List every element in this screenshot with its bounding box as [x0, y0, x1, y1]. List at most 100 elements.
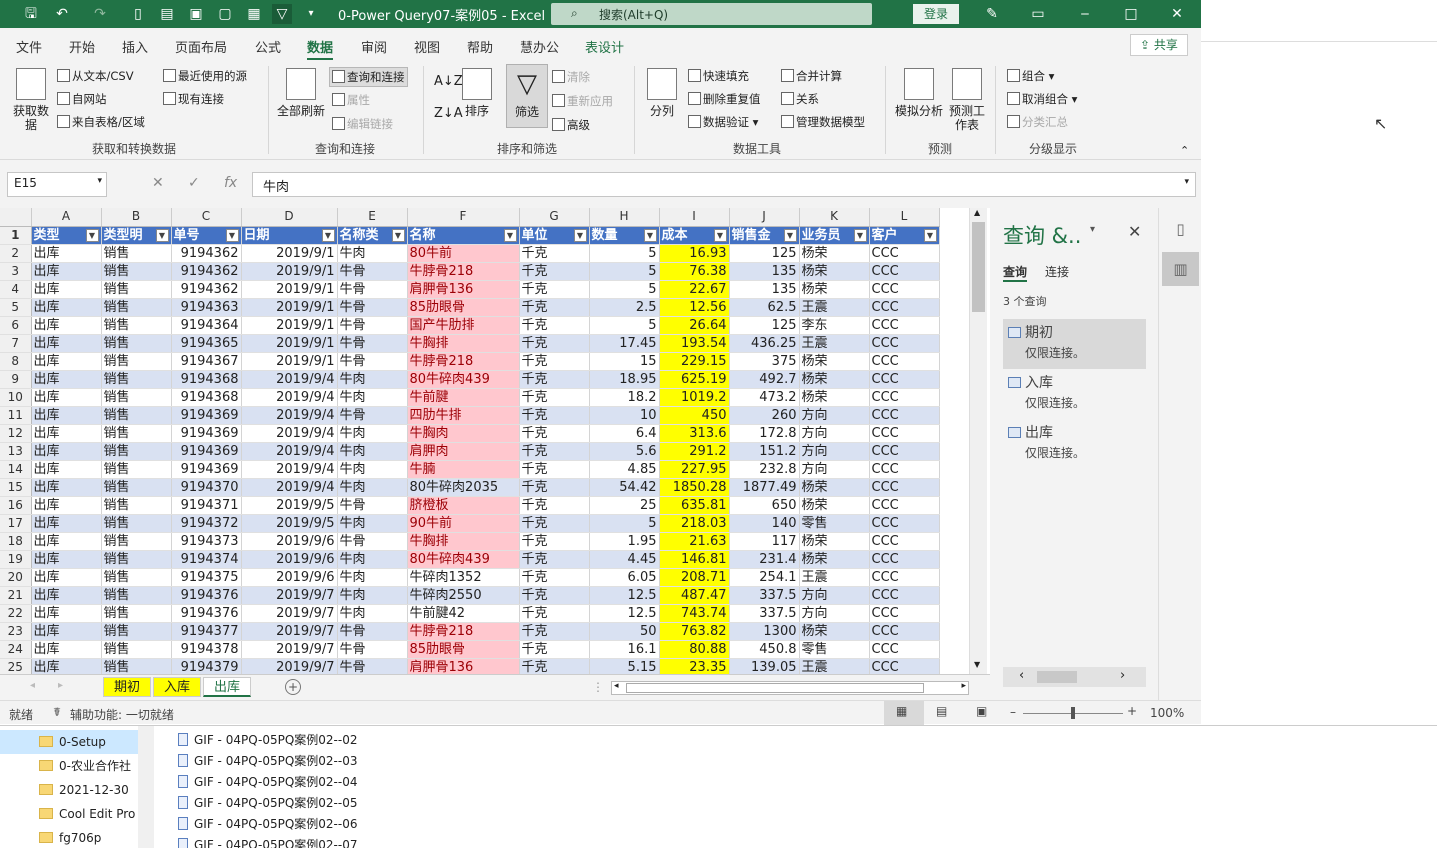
column-header-G[interactable]: G — [519, 208, 590, 227]
table-cell[interactable]: 90牛前 — [407, 514, 520, 533]
group-button[interactable]: 组合 ▾ — [1007, 68, 1054, 84]
table-cell[interactable]: 千克 — [519, 316, 590, 335]
table-cell[interactable]: 牛肉 — [337, 550, 408, 569]
table-cell[interactable]: 9194379 — [171, 658, 242, 674]
split-handle-icon[interactable]: ⋮ — [592, 680, 604, 694]
table-header-cell[interactable]: 销售金 ▼ — [729, 226, 800, 245]
table-cell[interactable]: 出库 — [31, 316, 102, 335]
ribbon-display-icon[interactable]: ▭ — [1028, 4, 1048, 24]
from-table-button[interactable]: 来自表格/区域 — [57, 114, 145, 130]
get-data-button[interactable]: 获取数据 — [10, 68, 52, 132]
page-break-icon[interactable]: ▣ — [976, 704, 987, 718]
relationships-button[interactable]: 关系 — [781, 91, 819, 107]
table-cell[interactable]: 743.74 — [659, 604, 730, 623]
vertical-scrollbar[interactable]: ▲ ▼ — [969, 208, 987, 674]
table-cell[interactable]: 140 — [729, 514, 800, 533]
table-header-cell[interactable]: 客户 ▼ — [869, 226, 940, 245]
table-cell[interactable]: 牛骨 — [337, 658, 408, 674]
refresh-all-button[interactable]: 全部刷新 — [275, 68, 327, 118]
table-cell[interactable]: CCC — [869, 442, 940, 461]
table-cell[interactable]: CCC — [869, 388, 940, 407]
file-item[interactable]: GIF - 04PQ-05PQ案例02--06 — [178, 815, 357, 832]
row-header[interactable]: 24 — [0, 640, 32, 659]
table-cell[interactable]: 牛碎肉2550 — [407, 586, 520, 605]
table-cell[interactable]: 2019/9/1 — [241, 334, 338, 353]
table-cell[interactable]: 2019/9/1 — [241, 244, 338, 263]
data-validation-button[interactable]: 数据验证 ▾ — [688, 114, 758, 130]
scroll-left-icon[interactable]: ‹ — [1019, 668, 1024, 683]
table-cell[interactable]: 218.03 — [659, 514, 730, 533]
table-cell[interactable]: 5.15 — [589, 658, 660, 674]
table-cell[interactable]: 15 — [589, 352, 660, 371]
table-cell[interactable]: 1.95 — [589, 532, 660, 551]
table-cell[interactable]: 牛肉 — [337, 568, 408, 587]
subtotal-button[interactable]: 分类汇总 — [1007, 114, 1068, 130]
table-cell[interactable]: 出库 — [31, 388, 102, 407]
table-cell[interactable]: 销售 — [101, 316, 172, 335]
table-cell[interactable]: 牛骨 — [337, 316, 408, 335]
remove-duplicates-button[interactable]: 删除重复值 — [688, 91, 761, 107]
search-input[interactable]: ⌕ 搜索(Alt+Q) — [551, 3, 872, 25]
table-cell[interactable]: 千克 — [519, 640, 590, 659]
table-cell[interactable]: 千克 — [519, 298, 590, 317]
table-cell[interactable]: 18.2 — [589, 388, 660, 407]
table-cell[interactable]: CCC — [869, 316, 940, 335]
table-cell[interactable]: 85肋眼骨 — [407, 298, 520, 317]
column-header-A[interactable]: A — [31, 208, 102, 227]
zoom-out-icon[interactable]: – — [1010, 705, 1016, 719]
table-cell[interactable]: 232.8 — [729, 460, 800, 479]
table-cell[interactable]: 出库 — [31, 298, 102, 317]
save-icon[interactable]: 🖫 — [21, 4, 41, 24]
edit-links-button[interactable]: 编辑链接 — [332, 116, 393, 132]
table-cell[interactable]: CCC — [869, 550, 940, 569]
table-cell[interactable]: 2019/9/1 — [241, 280, 338, 299]
table-cell[interactable]: 销售 — [101, 334, 172, 353]
table-cell[interactable]: 2019/9/4 — [241, 460, 338, 479]
filter-dropdown-icon[interactable]: ▼ — [155, 228, 169, 242]
table-cell[interactable]: 9194373 — [171, 532, 242, 551]
table-cell[interactable]: CCC — [869, 262, 940, 281]
file-item[interactable]: GIF - 04PQ-05PQ案例02--04 — [178, 773, 357, 790]
table-cell[interactable]: 146.81 — [659, 550, 730, 569]
row-header[interactable]: 19 — [0, 550, 32, 569]
table-cell[interactable]: 出库 — [31, 658, 102, 674]
table-cell[interactable]: 出库 — [31, 460, 102, 479]
page-layout-icon[interactable]: ▤ — [936, 704, 947, 718]
table-cell[interactable]: 436.25 — [729, 334, 800, 353]
filter-button[interactable]: ▽ 筛选 — [506, 64, 548, 128]
table-cell[interactable]: 千克 — [519, 262, 590, 281]
pane-scrollbar[interactable]: ‹ › — [1003, 667, 1146, 687]
table-cell[interactable]: 9194371 — [171, 496, 242, 515]
manage-data-model-button[interactable]: 管理数据模型 — [781, 114, 865, 130]
close-icon[interactable]: ✕ — [1167, 4, 1187, 24]
table-cell[interactable]: 出库 — [31, 496, 102, 515]
table-cell[interactable]: 牛骨 — [337, 640, 408, 659]
table-cell[interactable]: 125 — [729, 316, 800, 335]
tab-table-design[interactable]: 表设计 — [585, 37, 624, 56]
table-cell[interactable]: 王震 — [799, 298, 870, 317]
table-cell[interactable]: 22.67 — [659, 280, 730, 299]
table-cell[interactable]: 千克 — [519, 370, 590, 389]
table-cell[interactable]: 千克 — [519, 604, 590, 623]
table-cell[interactable]: CCC — [869, 478, 940, 497]
table-cell[interactable]: 牛骨 — [337, 622, 408, 641]
table-cell[interactable]: 9194362 — [171, 280, 242, 299]
table-header-cell[interactable]: 类型明 ▼ — [101, 226, 172, 245]
table-cell[interactable]: 229.15 — [659, 352, 730, 371]
table-cell[interactable]: 313.6 — [659, 424, 730, 443]
row-header[interactable]: 11 — [0, 406, 32, 425]
table-cell[interactable]: 牛胸排 — [407, 334, 520, 353]
table-cell[interactable]: 9194370 — [171, 478, 242, 497]
table-cell[interactable]: 销售 — [101, 370, 172, 389]
table-cell[interactable]: 出库 — [31, 514, 102, 533]
row-header[interactable]: 22 — [0, 604, 32, 623]
table-cell[interactable]: 方向 — [799, 586, 870, 605]
table-cell[interactable]: 销售 — [101, 586, 172, 605]
row-header[interactable]: 25 — [0, 658, 32, 674]
table-cell[interactable]: 杨荣 — [799, 550, 870, 569]
row-header[interactable]: 8 — [0, 352, 32, 371]
query-item-qichu[interactable]: 期初 仅限连接。 — [1003, 319, 1146, 369]
table-cell[interactable]: 80牛碎肉2035 — [407, 478, 520, 497]
table-cell[interactable]: 千克 — [519, 514, 590, 533]
table-cell[interactable]: 6.4 — [589, 424, 660, 443]
